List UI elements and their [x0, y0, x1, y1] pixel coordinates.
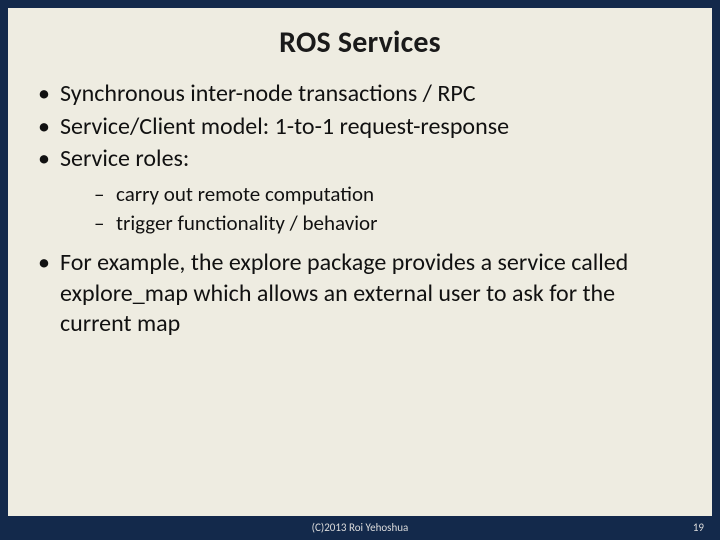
sub-bullet-item: carry out remote computation [94, 181, 684, 209]
bullet-item: For example, the explore package provide… [36, 248, 684, 340]
slide-frame: ROS Services Synchronous inter-node tran… [0, 0, 720, 540]
bullet-text: Service roles: [60, 144, 189, 173]
sub-bullet-item: trigger functionality / behavior [94, 210, 684, 238]
footer-copyright: (C)2013 Roi Yehoshua [0, 521, 720, 534]
bullet-item: Service/Client model: 1-to-1 request-res… [36, 112, 684, 143]
footer-page-number: 19 [693, 521, 704, 534]
bullet-list: Synchronous inter-node transactions / RP… [36, 79, 684, 340]
slide-title: ROS Services [36, 24, 684, 61]
sub-bullet-text: carry out remote computation [116, 181, 374, 207]
bullet-item: Synchronous inter-node transactions / RP… [36, 79, 684, 110]
sub-bullet-text: trigger functionality / behavior [116, 210, 377, 236]
bullet-item: Service roles: carry out remote computat… [36, 144, 684, 238]
bullet-text: Synchronous inter-node transactions / RP… [60, 79, 476, 108]
slide-body: ROS Services Synchronous inter-node tran… [8, 8, 712, 516]
bullet-text: Service/Client model: 1-to-1 request-res… [60, 112, 509, 141]
slide-footer: (C)2013 Roi Yehoshua 19 [0, 518, 720, 538]
bullet-text: For example, the explore package provide… [60, 248, 628, 338]
sub-bullet-list: carry out remote computation trigger fun… [60, 181, 684, 238]
